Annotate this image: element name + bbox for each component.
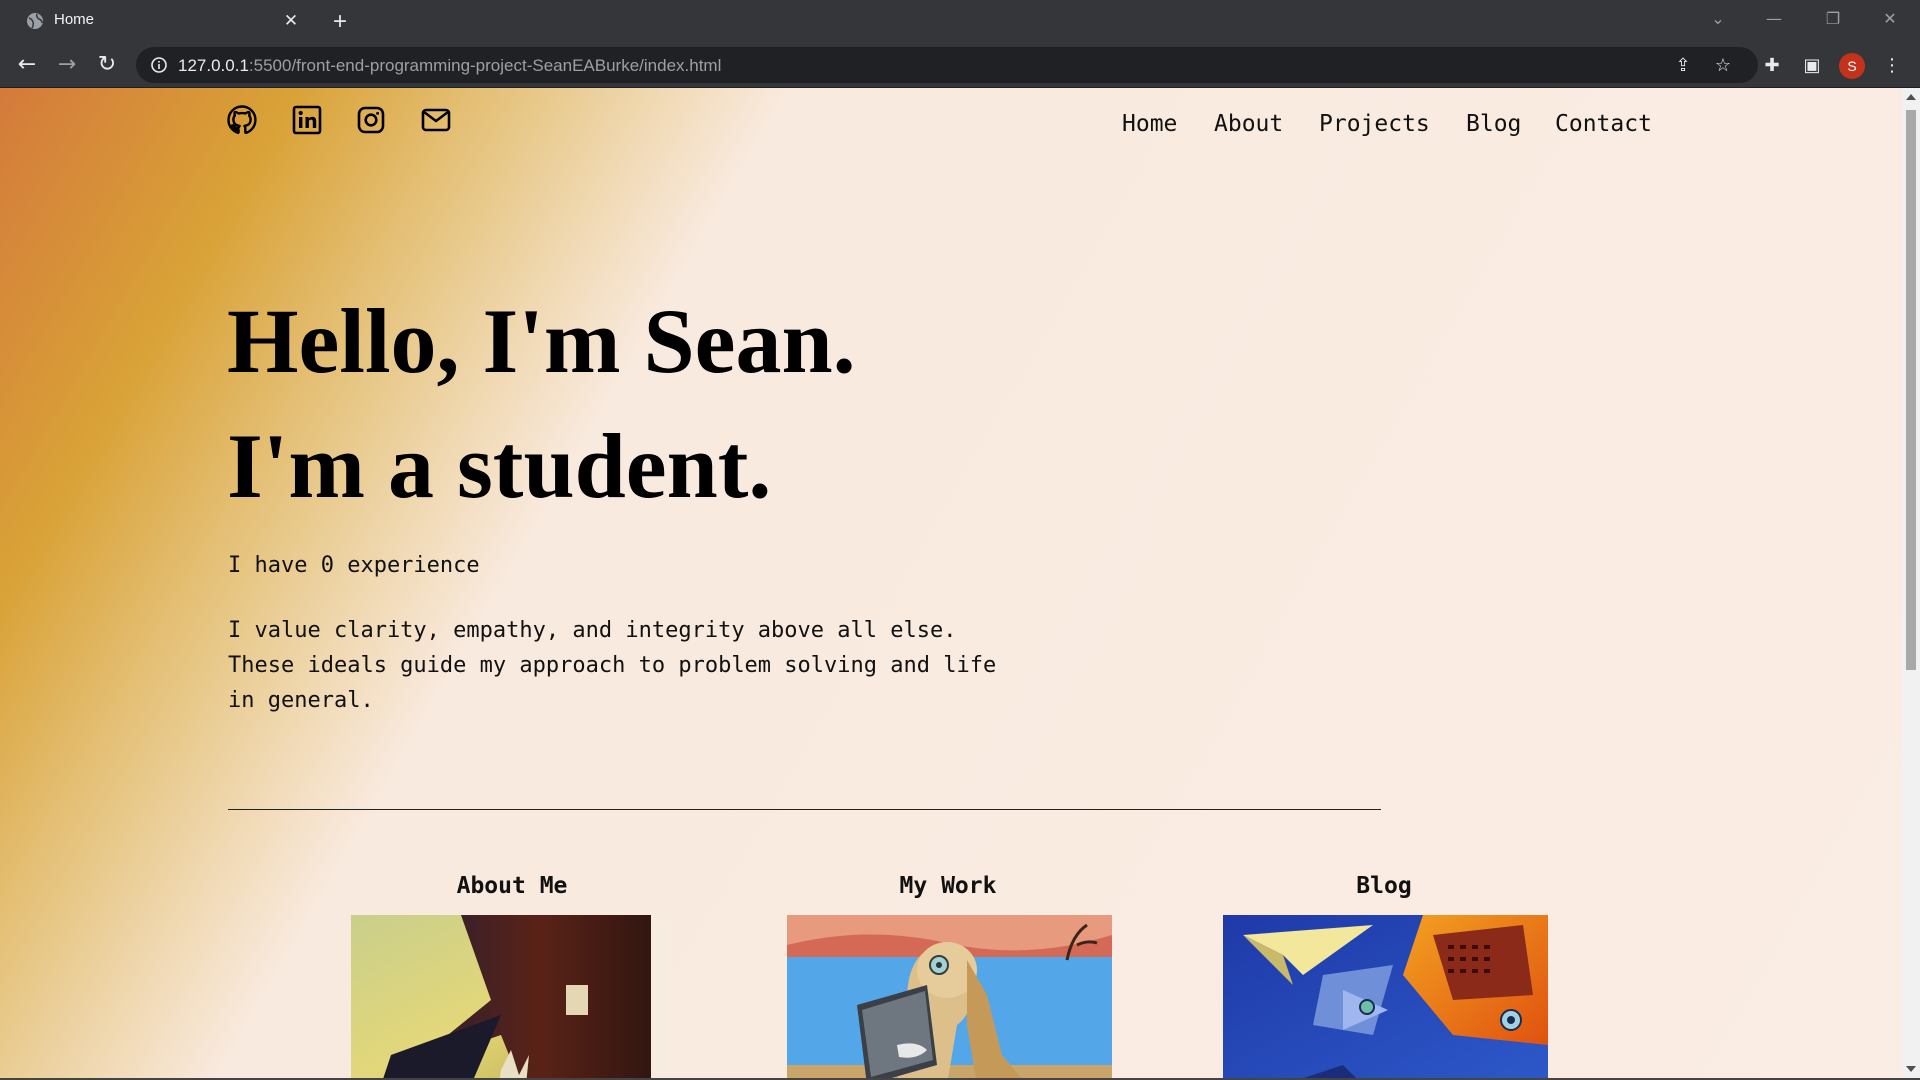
close-window-button[interactable]: ✕ xyxy=(1862,0,1918,38)
nav-link-home[interactable]: Home xyxy=(1122,111,1177,137)
blog-image[interactable] xyxy=(1223,915,1548,1078)
card-title-blog[interactable]: Blog xyxy=(1224,873,1544,899)
forward-arrow-icon[interactable]: → xyxy=(52,50,82,80)
more-menu-icon[interactable]: ⋮ xyxy=(1880,54,1904,78)
url-text: 127.0.0.1:5500/front-end-programming-pro… xyxy=(178,56,722,75)
tab-title: Home xyxy=(54,11,95,28)
globe-icon xyxy=(27,13,43,29)
minimize-window-button[interactable]: — xyxy=(1746,0,1802,38)
browser-tab[interactable]: Home ✕ xyxy=(12,0,312,42)
nav-link-about[interactable]: About xyxy=(1214,111,1283,137)
section-divider xyxy=(228,809,1381,810)
back-arrow-icon[interactable]: ← xyxy=(12,50,42,80)
card-title-about-me[interactable]: About Me xyxy=(352,873,672,899)
hero-heading-greeting: Hello, I'm Sean. xyxy=(227,290,856,392)
page-viewport: Home About Projects Blog Contact Hello, … xyxy=(0,88,1902,1078)
scrollbar-thumb[interactable] xyxy=(1906,110,1916,670)
site-info-icon[interactable] xyxy=(150,56,168,74)
card-title-my-work[interactable]: My Work xyxy=(788,873,1108,899)
restore-window-button[interactable]: ❐ xyxy=(1805,0,1861,38)
scroll-up-arrow-icon[interactable] xyxy=(1906,94,1916,100)
browser-toolbar: ← → ↻ 127.0.0.1:5500/front-end-programmi… xyxy=(0,42,1920,88)
new-tab-button[interactable]: + xyxy=(326,8,354,36)
values-paragraph: I value clarity, empathy, and integrity … xyxy=(228,618,997,713)
address-bar[interactable]: 127.0.0.1:5500/front-end-programming-pro… xyxy=(136,47,1758,83)
browser-tab-strip: Home ✕ + ⌄ — ❐ ✕ xyxy=(0,0,1920,42)
page-scrollbar[interactable] xyxy=(1902,88,1920,1078)
extensions-puzzle-icon[interactable]: ✚ xyxy=(1760,54,1784,78)
github-icon[interactable] xyxy=(226,104,258,136)
share-icon[interactable]: ⇪ xyxy=(1672,55,1694,77)
hero-heading-role: I'm a student. xyxy=(227,415,772,517)
nav-link-blog[interactable]: Blog xyxy=(1466,111,1521,137)
scroll-down-arrow-icon[interactable] xyxy=(1906,1066,1916,1072)
linkedin-icon[interactable] xyxy=(291,104,323,136)
profile-avatar[interactable]: S xyxy=(1839,53,1865,79)
about-me-image[interactable] xyxy=(351,915,669,1078)
nav-link-projects[interactable]: Projects xyxy=(1319,111,1430,137)
mail-icon[interactable] xyxy=(420,104,452,136)
tab-search-chevron-icon[interactable]: ⌄ xyxy=(1690,0,1746,38)
instagram-icon[interactable] xyxy=(355,104,387,136)
reload-icon[interactable]: ↻ xyxy=(92,50,122,80)
experience-text: I have 0 experience xyxy=(228,553,480,578)
close-tab-icon[interactable]: ✕ xyxy=(280,10,302,32)
nav-link-contact[interactable]: Contact xyxy=(1555,111,1652,137)
bookmark-star-icon[interactable]: ☆ xyxy=(1712,55,1734,77)
side-panel-icon[interactable]: ▣ xyxy=(1800,54,1824,78)
my-work-image[interactable] xyxy=(787,915,1112,1078)
